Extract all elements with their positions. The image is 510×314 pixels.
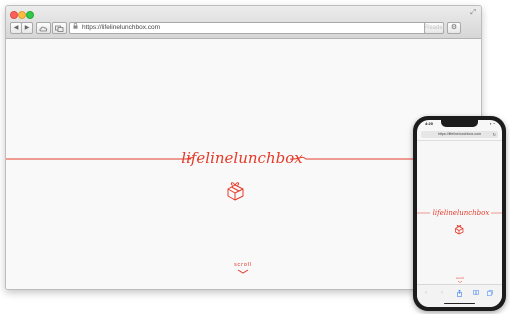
browser-toolbar: ⤢ ◀ ▶ https://lifelinelunchbox.com ↻ (6, 6, 481, 39)
phone-address-bar[interactable]: https://lifelinelunchbox.com (421, 131, 498, 138)
phone-status-icons: ▪︎ ◔ (490, 121, 495, 126)
lunchbox-icon (227, 182, 244, 201)
zoom-window-button[interactable] (26, 11, 34, 19)
phone-clock: 4:20 (425, 121, 434, 126)
phone-hero-graphic: lifelinelunchbox scroll (417, 209, 502, 283)
phone-mockup: 4:20 ▪︎ ◔ https://lifelinelunchbox.com ↻… (413, 116, 506, 311)
phone-notch (441, 120, 478, 127)
phone-chevron-down-icon[interactable] (457, 280, 463, 283)
phone-forward-icon[interactable]: › (441, 290, 443, 296)
forward-button[interactable]: ▶ (21, 22, 33, 34)
fullscreen-icon[interactable]: ⤢ (470, 9, 476, 17)
phone-toolbar: ‹ › (417, 284, 502, 307)
address-bar[interactable]: https://lifelinelunchbox.com ↻ (69, 22, 442, 34)
hero-graphic: lifelinelunchbox scroll (6, 149, 481, 274)
page-content: lifelinelunchbox scroll (6, 39, 481, 289)
cloud-icon (39, 26, 48, 31)
show-all-tabs-button[interactable] (52, 22, 67, 34)
address-url: https://lifelinelunchbox.com (82, 24, 161, 31)
reader-label: Reader (425, 25, 445, 31)
forward-arrow-icon: ▶ (24, 25, 30, 31)
close-window-button[interactable] (10, 11, 18, 19)
settings-button[interactable]: ⚙ (447, 22, 461, 34)
phone-site-logo[interactable]: lifelinelunchbox (433, 209, 490, 217)
icloud-tabs-button[interactable] (36, 22, 51, 34)
phone-share-icon[interactable] (457, 289, 462, 299)
home-indicator[interactable] (444, 302, 475, 304)
phone-divider (417, 140, 502, 141)
phone-scroll-label[interactable]: scroll (456, 276, 464, 280)
phone-bookmarks-icon[interactable] (473, 290, 479, 297)
phone-back-icon[interactable]: ‹ (425, 290, 427, 296)
chevron-down-icon[interactable] (237, 269, 249, 274)
browser-window: ⤢ ◀ ▶ https://lifelinelunchbox.com ↻ (5, 5, 482, 290)
reader-button[interactable]: Reader (424, 22, 445, 34)
site-logo[interactable]: lifelinelunchbox (181, 149, 303, 167)
lock-icon (73, 23, 78, 33)
phone-screen: 4:20 ▪︎ ◔ https://lifelinelunchbox.com ↻… (417, 120, 502, 307)
minimize-window-button[interactable] (18, 11, 26, 19)
phone-tabs-icon[interactable] (487, 290, 493, 298)
phone-reload-icon[interactable]: ↻ (493, 131, 496, 138)
back-arrow-icon: ◀ (13, 25, 19, 31)
phone-lunchbox-icon (455, 224, 464, 235)
tabs-overview-icon (55, 25, 64, 32)
scroll-label[interactable]: scroll (234, 262, 252, 268)
gear-icon: ⚙ (450, 24, 458, 31)
phone-address-url: https://lifelinelunchbox.com (437, 132, 482, 136)
